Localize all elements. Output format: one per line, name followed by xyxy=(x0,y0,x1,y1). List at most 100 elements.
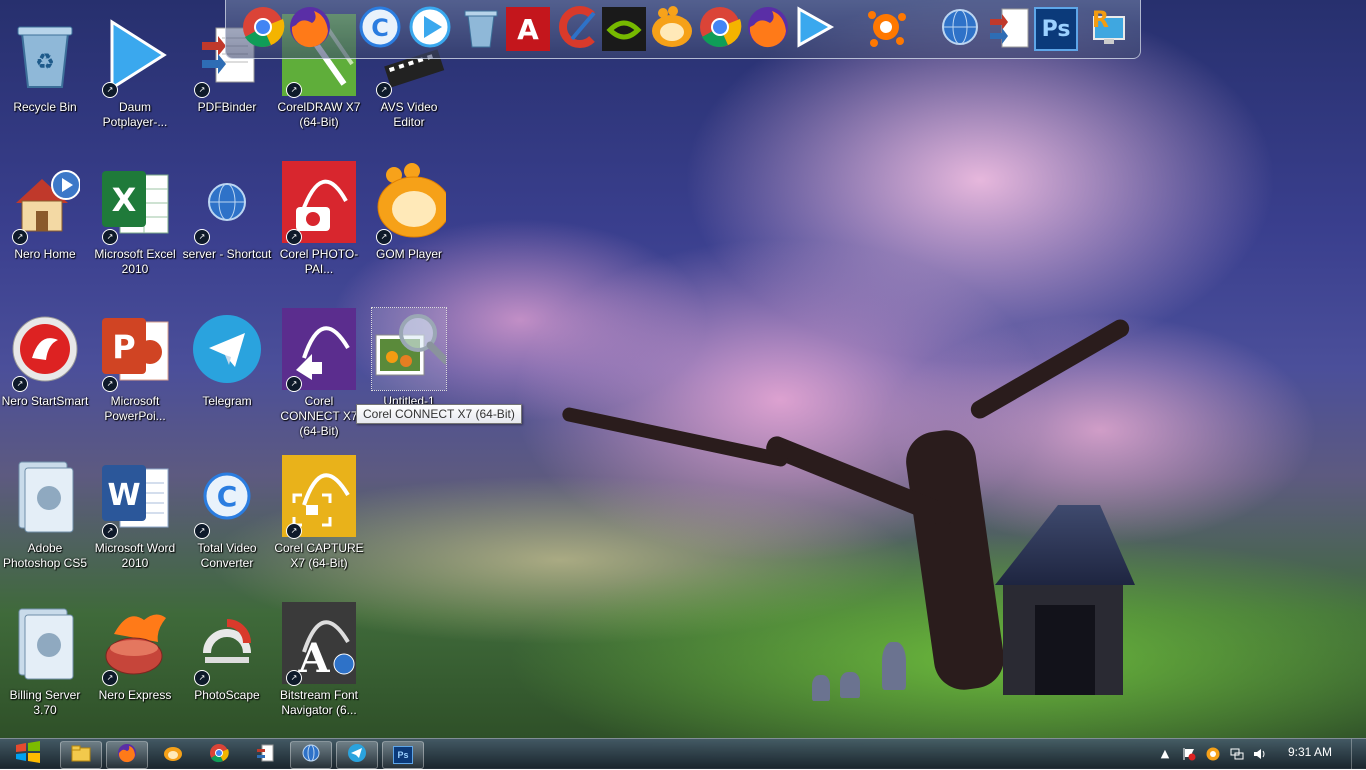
shortcut-arrow-icon: ↗ xyxy=(102,376,118,392)
shortcut-arrow-icon: ↗ xyxy=(286,229,302,245)
taskbar: Ps ▲ 9:31 AM xyxy=(0,738,1366,769)
desktop-icon-adobe-photoshop-cs5[interactable]: Adobe Photoshop CS5 xyxy=(0,449,90,589)
taskbar-clock[interactable]: 9:31 AM xyxy=(1280,745,1340,759)
dock-chrome-2[interactable] xyxy=(696,5,744,53)
dock-nvidia[interactable] xyxy=(600,5,648,53)
svg-text:C: C xyxy=(217,480,238,513)
desktop-icon-recycle-bin[interactable]: ♻ Recycle Bin xyxy=(0,8,90,148)
desktop-icon-server-shortcut[interactable]: ↗ server - Shortcut xyxy=(182,155,272,295)
svg-text:P: P xyxy=(112,328,135,366)
taskbar-telegram[interactable] xyxy=(336,741,378,769)
dock-potplayer[interactable] xyxy=(406,5,454,53)
photoshop-icon: Ps xyxy=(393,746,413,764)
taskbar-chrome[interactable] xyxy=(198,741,240,769)
dock-potplayer-2[interactable] xyxy=(789,5,837,53)
network-icon[interactable] xyxy=(1230,747,1244,761)
dock-ccleaner[interactable] xyxy=(552,5,600,53)
shortcut-arrow-icon: ↗ xyxy=(194,523,210,539)
stone-marker xyxy=(840,672,860,698)
show-desktop-button[interactable] xyxy=(1351,739,1366,769)
desktop-icon-billing-server[interactable]: Billing Server 3.70 xyxy=(0,596,90,736)
taskbar-explorer[interactable] xyxy=(60,741,102,769)
desktop-icon-microsoft-word[interactable]: W ↗ Microsoft Word 2010 xyxy=(90,449,180,589)
icon-label: Nero StartSmart xyxy=(1,394,89,408)
image-search-icon xyxy=(371,307,447,391)
desktop-icon-gom-player[interactable]: ↗ GOM Player xyxy=(364,155,454,295)
start-button[interactable] xyxy=(4,740,50,768)
desktop-icon-telegram[interactable]: Telegram xyxy=(182,302,272,442)
dock-remote-desktop[interactable]: R xyxy=(1080,5,1128,53)
desktop-icon-nero-express[interactable]: ↗ Nero Express xyxy=(90,596,180,736)
chrome-icon xyxy=(698,5,742,54)
taskbar-firefox[interactable] xyxy=(106,741,148,769)
gom-tray-icon[interactable] xyxy=(1206,747,1220,761)
desktop-icon-photoscape[interactable]: ↗ PhotoScape xyxy=(182,596,272,736)
shortcut-arrow-icon: ↗ xyxy=(12,376,28,392)
taskbar-photoshop[interactable]: Ps xyxy=(382,741,424,769)
explorer-icon xyxy=(71,744,91,767)
dock-acrobat[interactable]: A xyxy=(504,5,552,53)
firefox-icon xyxy=(288,5,332,54)
dock-cyberlink[interactable]: C xyxy=(356,5,404,53)
dock-avast[interactable] xyxy=(862,5,910,53)
photoshop-folder-icon xyxy=(8,455,82,537)
desktop-icon-nero-startsmart[interactable]: ↗ Nero StartSmart xyxy=(0,302,90,442)
icon-label: Telegram xyxy=(202,394,252,408)
desktop-icon-corel-photo-paint[interactable]: ↗ Corel PHOTO-PAI... xyxy=(274,155,364,295)
icon-label: Billing Server 3.70 xyxy=(9,688,81,717)
desktop-icon-bitstream-font-navigator[interactable]: A ↗ Bitstream Font Navigator (6... xyxy=(274,596,364,736)
svg-text:X: X xyxy=(112,181,137,219)
recycle-bin-icon: ♻ xyxy=(8,14,82,96)
action-center-flag-icon[interactable] xyxy=(1182,747,1196,761)
taskbar-gom-player[interactable] xyxy=(152,741,194,769)
shortcut-arrow-icon: ↗ xyxy=(102,82,118,98)
remote-letter: R xyxy=(1092,8,1109,33)
telegram-icon xyxy=(190,308,264,390)
potplayer-icon xyxy=(791,5,835,54)
photoshop-icon: Ps xyxy=(1034,7,1078,51)
acrobat-icon: A xyxy=(506,7,550,51)
taskbar-pdfbinder[interactable] xyxy=(244,741,286,769)
firefox-icon xyxy=(117,743,137,768)
font-navigator-icon: A ↗ xyxy=(282,602,356,686)
cyberlink-icon: C xyxy=(358,5,402,54)
desktop-icon-microsoft-excel[interactable]: X ↗ Microsoft Excel 2010 xyxy=(90,155,180,295)
dock-pdfbinder[interactable] xyxy=(984,5,1032,53)
dock-firefox-2[interactable] xyxy=(744,5,792,53)
dock-firefox[interactable] xyxy=(286,5,334,53)
desktop-icon-nero-home[interactable]: ↗ Nero Home xyxy=(0,155,90,295)
dock-recycle-bin[interactable] xyxy=(456,5,504,53)
icon-label: PhotoScape xyxy=(194,688,260,702)
shortcut-arrow-icon: ↗ xyxy=(194,229,210,245)
svg-text:♻: ♻ xyxy=(35,50,55,75)
gom-player-icon xyxy=(649,5,695,54)
desktop-icon-microsoft-powerpoint[interactable]: P ↗ Microsoft PowerPoi... xyxy=(90,302,180,442)
corel-capture-icon: ↗ xyxy=(282,455,356,539)
volume-icon[interactable] xyxy=(1253,747,1267,761)
server-globe-icon xyxy=(938,5,982,54)
desktop-icon-corel-capture[interactable]: ↗ Corel CAPTURE X7 (64-Bit) xyxy=(274,449,364,589)
shortcut-arrow-icon: ↗ xyxy=(102,670,118,686)
remote-desktop-icon: R xyxy=(1082,5,1126,54)
dock-photoshop[interactable]: Ps xyxy=(1032,5,1080,53)
taskbar-server[interactable] xyxy=(290,741,332,769)
desktop-icon-daum-potplayer[interactable]: ↗ Daum Potplayer-... xyxy=(90,8,180,148)
powerpoint-icon: P ↗ xyxy=(98,308,172,392)
shortcut-arrow-icon: ↗ xyxy=(286,376,302,392)
nero-express-icon: ↗ xyxy=(98,602,172,686)
dock-server[interactable] xyxy=(936,5,984,53)
telegram-icon xyxy=(347,743,367,768)
icon-label: Nero Express xyxy=(98,688,172,702)
icon-label: Corel PHOTO-PAI... xyxy=(279,247,359,276)
desktop-icon-total-video-converter[interactable]: C ↗ Total Video Converter xyxy=(182,449,272,589)
dock-gom-player[interactable] xyxy=(648,5,696,53)
tree-branch xyxy=(967,316,1133,422)
dock-chrome[interactable] xyxy=(239,5,287,53)
firefox-icon xyxy=(746,5,790,54)
shortcut-arrow-icon: ↗ xyxy=(194,670,210,686)
total-video-converter-icon: C ↗ xyxy=(190,455,264,539)
potplayer-icon xyxy=(408,5,452,54)
nvidia-icon xyxy=(602,7,646,51)
desktop-icon-corel-connect[interactable]: ↗ Corel CONNECT X7 (64-Bit) xyxy=(274,302,364,442)
show-hidden-icons-chevron-icon[interactable]: ▲ xyxy=(1158,747,1172,761)
